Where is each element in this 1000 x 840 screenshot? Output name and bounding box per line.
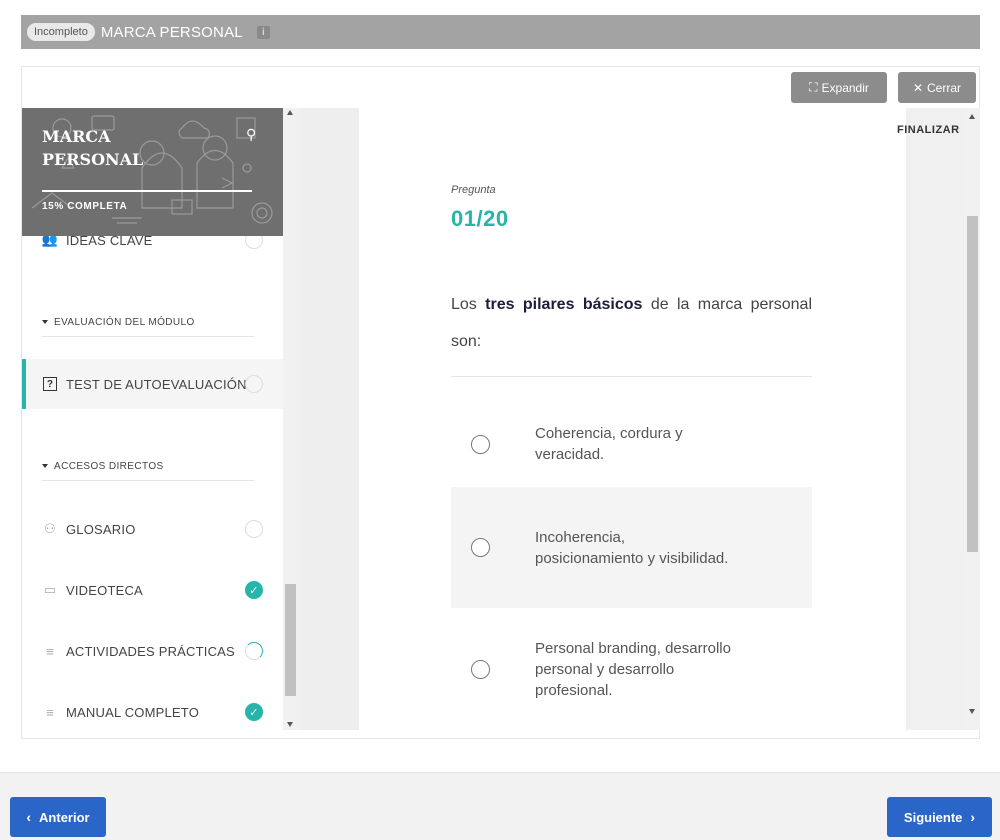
- scroll-down-icon[interactable]: [287, 722, 293, 727]
- chevron-left-icon: ‹: [26, 809, 32, 825]
- radio-button[interactable]: [471, 659, 490, 679]
- check-icon: ✓: [245, 703, 263, 721]
- sidebar-item-test[interactable]: ? TEST DE AUTOEVALUACIÓN: [22, 359, 283, 409]
- scroll-thumb[interactable]: [967, 216, 978, 552]
- bottom-navigation: ‹ Anterior Siguiente ›: [0, 772, 1000, 840]
- content-gutter-right: [906, 108, 965, 730]
- sidebar-item-manual[interactable]: ≡ MANUAL COMPLETO ✓: [22, 688, 283, 730]
- answer-option-1[interactable]: Coherencia, cordura y veracidad.: [451, 394, 812, 494]
- radio-button[interactable]: [471, 434, 490, 454]
- sidebar-scrollbar[interactable]: [283, 108, 298, 730]
- question-text-bold: tres pilares básicos: [485, 296, 643, 313]
- question-number: 01/20: [451, 206, 509, 231]
- sidebar-item-label: GLOSARIO: [66, 521, 136, 537]
- sidebar-item-glosario[interactable]: ⚇ GLOSARIO: [22, 505, 283, 553]
- progress-divider: [42, 190, 252, 192]
- content-scrollbar[interactable]: [965, 108, 980, 730]
- close-label: Cerrar: [927, 80, 962, 95]
- chevron-right-icon: ›: [970, 809, 976, 825]
- expand-label: Expandir: [821, 80, 869, 95]
- quiz-panel: Pregunta 01/20 Los tres pilares básicos …: [359, 108, 906, 730]
- expand-icon: ⛶: [809, 80, 818, 94]
- next-label: Siguiente: [903, 809, 963, 825]
- question-text: Los tres pilares básicos de la marca per…: [451, 286, 812, 360]
- status-partial-icon: [245, 642, 263, 660]
- question-label: Pregunta: [451, 184, 496, 196]
- caret-down-icon: [42, 320, 48, 325]
- answer-option-2[interactable]: Incoherencia, posicionamiento y visibili…: [451, 487, 812, 608]
- scroll-down-icon[interactable]: [969, 709, 975, 714]
- finalize-button[interactable]: FINALIZAR: [897, 124, 960, 136]
- status-empty-icon: [245, 375, 263, 393]
- expand-button[interactable]: ⛶ Expandir: [791, 72, 887, 103]
- section-shortcuts[interactable]: ACCESOS DIRECTOS: [42, 461, 254, 481]
- check-icon: ✓: [245, 581, 263, 599]
- previous-button[interactable]: ‹ Anterior: [10, 797, 106, 837]
- course-progress: 15% COMPLETA: [42, 201, 128, 212]
- section-shortcuts-label: ACCESOS DIRECTOS: [54, 461, 164, 472]
- status-empty-icon: [245, 520, 263, 538]
- question-box-icon: ?: [42, 377, 58, 391]
- scroll-up-icon[interactable]: [969, 114, 975, 119]
- search-icon[interactable]: ⚲: [246, 126, 256, 143]
- answer-text: Incoherencia, posicionamiento y visibili…: [535, 528, 729, 567]
- video-icon: ▭: [43, 582, 57, 597]
- scroll-up-icon[interactable]: [287, 110, 293, 115]
- scroll-thumb[interactable]: [285, 584, 296, 696]
- caret-down-icon: [42, 464, 48, 469]
- info-icon[interactable]: i: [256, 25, 270, 39]
- answer-option-3[interactable]: Personal branding, desarrollo personal y…: [451, 608, 812, 730]
- lines-icon: ≡: [46, 643, 54, 659]
- sidebar-item-label: ACTIVIDADES PRÁCTICAS: [66, 643, 235, 659]
- course-hero-image: MARCA PERSONAL 15% COMPLETA ⚲: [22, 108, 283, 236]
- course-frame: ⛶ Expandir ✕ Cerrar 👥 IDEAS CLAVE EVALUA…: [21, 66, 980, 739]
- question-text-pre: Los: [451, 296, 477, 313]
- status-badge: Incompleto: [27, 23, 95, 41]
- close-button[interactable]: ✕ Cerrar: [898, 72, 976, 103]
- sidebar-item-actividades[interactable]: ≡ ACTIVIDADES PRÁCTICAS: [22, 627, 283, 675]
- sidebar-item-label: TEST DE AUTOEVALUACIÓN: [66, 376, 247, 392]
- close-icon: ✕: [912, 80, 924, 95]
- question-divider: [451, 376, 812, 377]
- module-header: Incompleto MARCA PERSONAL i: [21, 15, 980, 49]
- content-gutter-left: [298, 108, 359, 730]
- section-evaluation-label: EVALUACIÓN DEL MÓDULO: [54, 317, 195, 328]
- lines-icon: ≡: [46, 704, 54, 720]
- course-sidebar: 👥 IDEAS CLAVE EVALUACIÓN DEL MÓDULO ? TE…: [22, 108, 298, 730]
- sidebar-item-videoteca[interactable]: ▭ VIDEOTECA ✓: [22, 566, 283, 614]
- answer-text: Coherencia, cordura y veracidad.: [535, 425, 683, 463]
- people-icon: ⚇: [44, 521, 56, 536]
- sidebar-item-label: MANUAL COMPLETO: [66, 704, 200, 720]
- answer-text: Personal branding, desarrollo personal y…: [535, 639, 731, 699]
- sidebar-item-label: VIDEOTECA: [66, 582, 143, 598]
- previous-label: Anterior: [39, 809, 90, 825]
- course-title: MARCA PERSONAL: [42, 127, 144, 169]
- next-button[interactable]: Siguiente ›: [887, 797, 992, 837]
- module-title: MARCA PERSONAL: [100, 23, 243, 41]
- section-evaluation[interactable]: EVALUACIÓN DEL MÓDULO: [42, 317, 254, 337]
- radio-button[interactable]: [471, 538, 490, 557]
